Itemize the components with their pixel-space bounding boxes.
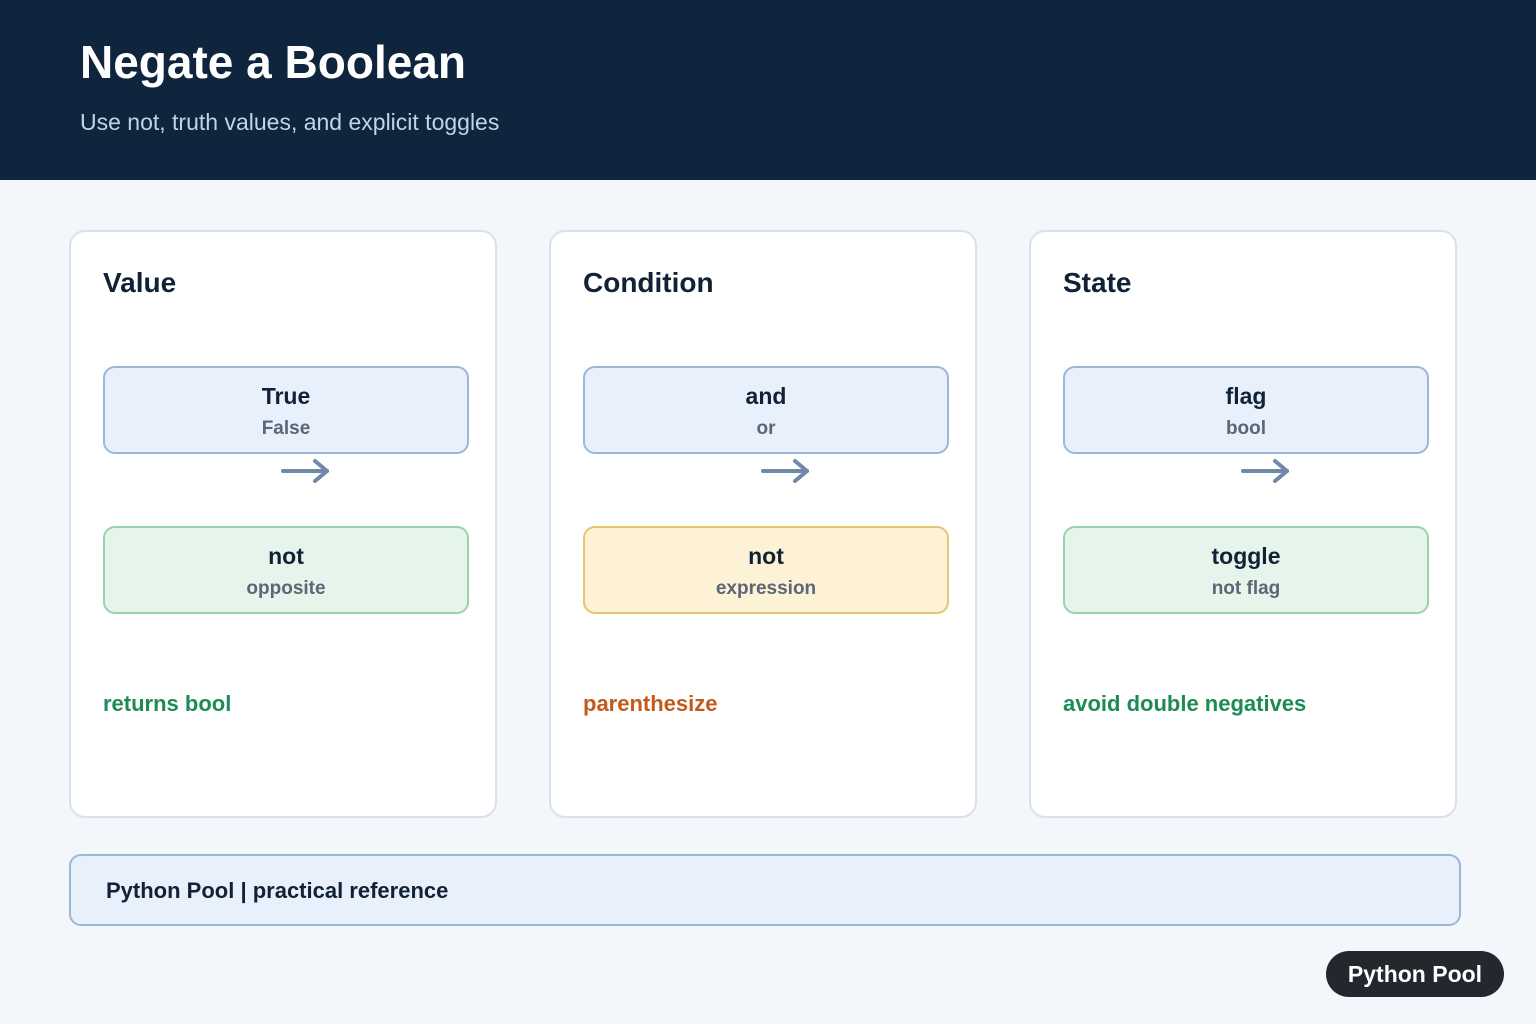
- footer-bar: Python Pool | practical reference: [69, 854, 1461, 926]
- footer-text: Python Pool | practical reference: [106, 878, 449, 903]
- page-title: Negate a Boolean: [80, 36, 466, 88]
- box-main-label: flag: [1225, 383, 1267, 409]
- box-sub-label: False: [261, 418, 311, 439]
- output-box: toggle not flag: [1063, 526, 1429, 614]
- card-title: State: [1063, 267, 1132, 298]
- arrow-right-icon: [1241, 459, 1289, 483]
- card-value: Value True False not opposite returns bo…: [69, 230, 497, 818]
- output-box: not opposite: [103, 526, 469, 614]
- card-note: parenthesize: [583, 691, 718, 716]
- card-note: avoid double negatives: [1063, 691, 1307, 716]
- box-sub-label: expression: [715, 578, 817, 599]
- output-box: not expression: [583, 526, 949, 614]
- box-main-label: and: [745, 383, 787, 409]
- box-sub-label: not flag: [1211, 578, 1281, 599]
- input-box: True False: [103, 366, 469, 454]
- box-main-label: not: [748, 543, 784, 569]
- header-banner: Negate a Boolean Use not, truth values, …: [0, 0, 1536, 180]
- card-title: Condition: [583, 267, 714, 298]
- box-sub-label: bool: [1225, 418, 1267, 439]
- box-sub-label: or: [756, 418, 776, 439]
- input-box: and or: [583, 366, 949, 454]
- box-main-label: not: [268, 543, 304, 569]
- arrow-right-icon: [281, 459, 329, 483]
- card-condition: Condition and or not expression parenthe…: [549, 230, 977, 818]
- card-note: returns bool: [103, 691, 232, 716]
- brand-badge: Python Pool: [1326, 951, 1504, 997]
- page-subtitle: Use not, truth values, and explicit togg…: [80, 109, 500, 135]
- box-main-label: toggle: [1211, 543, 1281, 569]
- input-box: flag bool: [1063, 366, 1429, 454]
- box-sub-label: opposite: [246, 578, 326, 599]
- card-state: State flag bool toggle not flag avoid do…: [1029, 230, 1457, 818]
- arrow-right-icon: [761, 459, 809, 483]
- card-title: Value: [103, 267, 177, 298]
- box-main-label: True: [261, 383, 311, 409]
